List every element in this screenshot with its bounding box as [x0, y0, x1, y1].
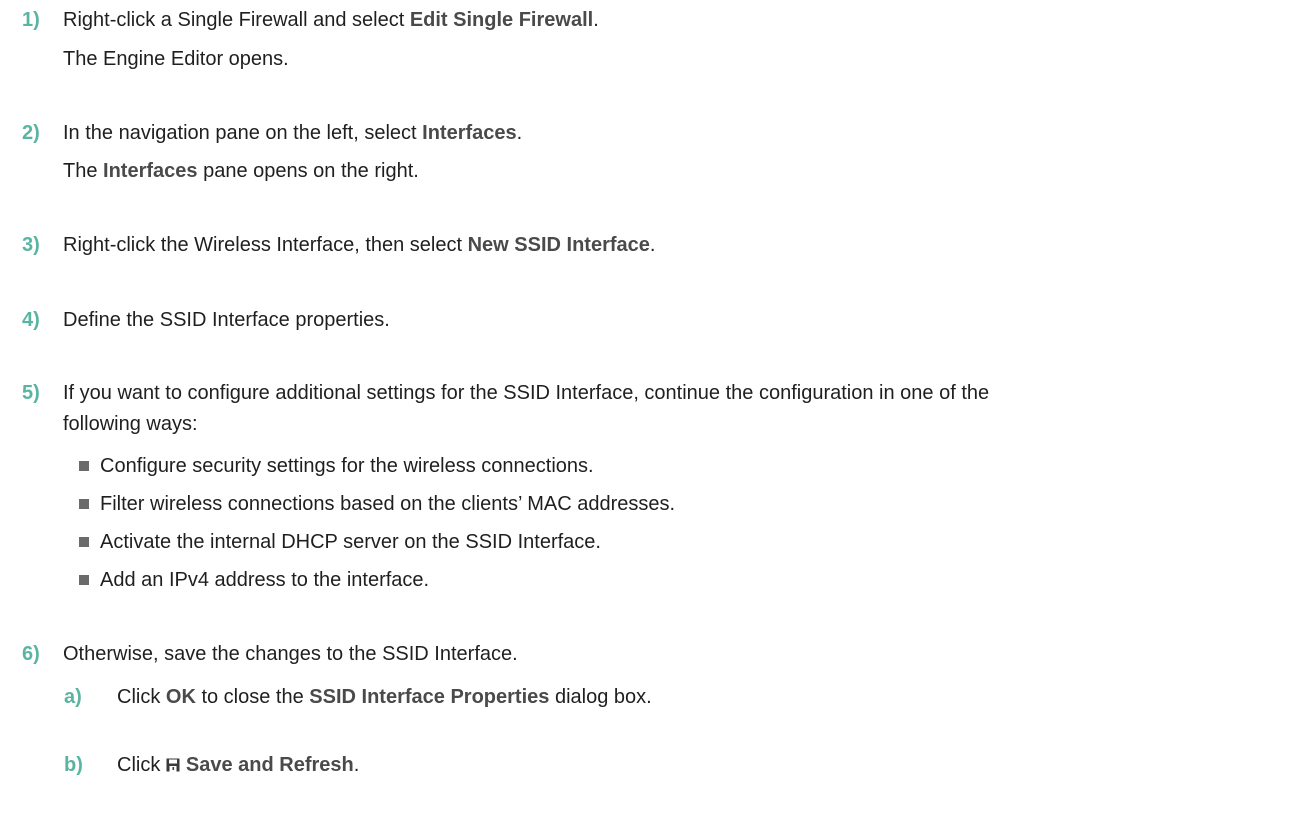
ui-term: Edit Single Firewall — [409, 9, 594, 31]
ui-term: Save and Refresh — [185, 754, 354, 776]
step-text: In the navigation pane on the left, sele… — [63, 122, 523, 144]
step-number: 5) — [22, 382, 40, 404]
square-bullet-icon — [79, 537, 89, 547]
result-text: The Engine Editor opens. — [63, 48, 289, 70]
substep-number: a) — [64, 686, 82, 708]
square-bullet-icon — [79, 575, 89, 585]
substep-text: Click OK to close the SSID Interface Pro… — [117, 686, 652, 708]
step-text: Otherwise, save the changes to the SSID … — [63, 643, 518, 665]
step-text: Right-click the Wireless Interface, then… — [63, 234, 656, 256]
bullet-text: Add an IPv4 address to the interface. — [100, 569, 430, 591]
substep-text: Click Save and Refresh. — [117, 754, 360, 776]
step-number: 6) — [22, 643, 40, 665]
ui-term: OK — [165, 686, 196, 708]
square-bullet-icon — [79, 461, 89, 471]
result-text: The Interfaces pane opens on the right. — [63, 160, 419, 182]
ui-term: Interfaces — [103, 160, 198, 182]
square-bullet-icon — [79, 499, 89, 509]
step-number: 2) — [22, 122, 40, 144]
substep-number: b) — [64, 754, 83, 776]
step-number: 3) — [22, 234, 40, 256]
bullet-text: Activate the internal DHCP server on the… — [100, 531, 601, 553]
bullet-text: Filter wireless connections based on the… — [100, 493, 676, 515]
bullet-text: Configure security settings for the wire… — [100, 455, 594, 477]
procedure-document: 1) Right-click a Single Firewall and sel… — [0, 0, 1310, 816]
step-number: 1) — [22, 9, 40, 31]
step-text: Define the SSID Interface properties. — [63, 309, 390, 331]
save-icon — [166, 758, 180, 772]
ui-term: New SSID Interface — [467, 234, 650, 256]
step-text: Right-click a Single Firewall and select… — [63, 9, 599, 31]
step-text: following ways: — [63, 413, 198, 435]
step-number: 4) — [22, 309, 40, 331]
ui-term: SSID Interface Properties — [309, 686, 550, 708]
ui-term: Interfaces — [422, 122, 517, 144]
step-text: If you want to configure additional sett… — [63, 382, 990, 404]
